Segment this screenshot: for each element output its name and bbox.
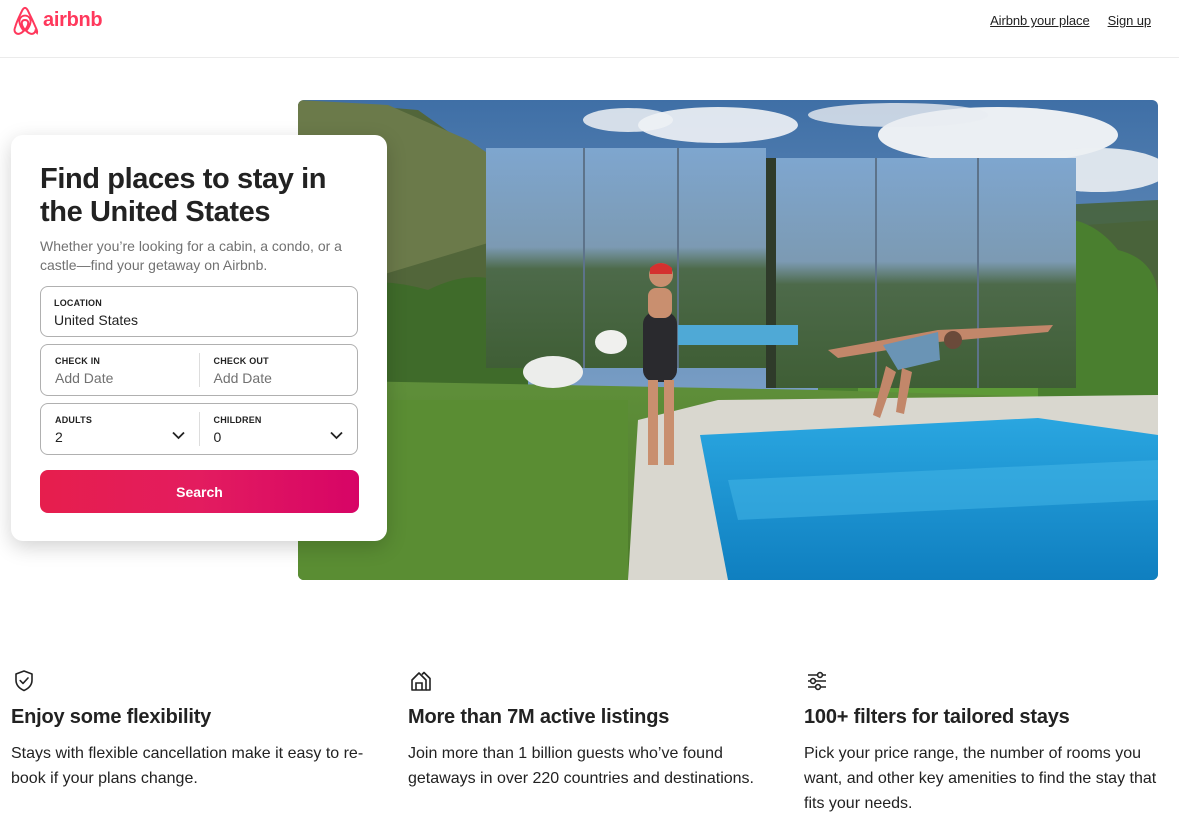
adults-select[interactable]: ADULTS 2 — [41, 404, 199, 454]
sign-up-link[interactable]: Sign up — [1108, 13, 1152, 28]
search-button[interactable]: Search — [40, 470, 359, 513]
search-card-subtitle: Whether you’re looking for a cabin, a co… — [40, 238, 342, 273]
features-section: Enjoy some flexibility Stays with flexib… — [11, 668, 1171, 818]
check-out-label: CHECK OUT — [213, 356, 269, 366]
adults-label: ADULTS — [55, 415, 93, 425]
location-value[interactable]: United States — [54, 312, 344, 328]
guests-field: ADULTS 2 CHILDREN 0 — [40, 403, 358, 455]
check-out-field[interactable]: CHECK OUT Add Date — [200, 345, 358, 395]
feature-flexibility: Enjoy some flexibility Stays with flexib… — [11, 668, 371, 791]
adults-value: 2 — [55, 429, 63, 445]
filters-icon — [808, 671, 826, 691]
feature-filters: 100+ filters for tailored stays Pick you… — [804, 668, 1164, 816]
header-nav: Airbnb your place Sign up — [990, 13, 1151, 28]
search-card: Find places to stay in the United States… — [11, 135, 387, 541]
feature-title: More than 7M active listings — [408, 706, 670, 728]
dates-field: CHECK IN Add Date CHECK OUT Add Date — [40, 344, 358, 396]
feature-text: Pick your price range, the number of roo… — [804, 745, 1157, 812]
feature-listings: More than 7M active listings Join more t… — [408, 668, 768, 791]
location-label: LOCATION — [54, 298, 102, 308]
feature-text: Stays with flexible cancellation make it… — [11, 745, 364, 787]
check-in-field[interactable]: CHECK IN Add Date — [41, 345, 199, 395]
children-select[interactable]: CHILDREN 0 — [200, 404, 358, 454]
check-in-placeholder: Add Date — [55, 370, 114, 386]
children-value: 0 — [213, 429, 222, 445]
shield-check-icon — [15, 670, 33, 692]
airbnb-logo-icon — [13, 6, 39, 35]
feature-title: Enjoy some flexibility — [11, 706, 212, 728]
hero-image — [298, 100, 1158, 580]
chevron-down-icon — [330, 431, 343, 440]
top-header: airbnb Airbnb your place Sign up — [0, 0, 1179, 58]
logo-text: airbnb — [43, 8, 103, 31]
airbnb-logo[interactable]: airbnb — [10, 6, 103, 36]
location-field[interactable]: LOCATION United States — [40, 286, 358, 337]
check-in-label: CHECK IN — [55, 356, 101, 366]
children-label: CHILDREN — [213, 415, 262, 425]
homes-icon — [411, 671, 431, 691]
chevron-down-icon — [171, 431, 185, 440]
check-out-placeholder: Add Date — [213, 370, 272, 386]
feature-title: 100+ filters for tailored stays — [804, 706, 1070, 728]
airbnb-your-place-link[interactable]: Airbnb your place — [990, 13, 1090, 28]
feature-text: Join more than 1 billion guests who’ve f… — [408, 745, 754, 787]
search-card-title: Find places to stay in the United States — [40, 163, 327, 228]
